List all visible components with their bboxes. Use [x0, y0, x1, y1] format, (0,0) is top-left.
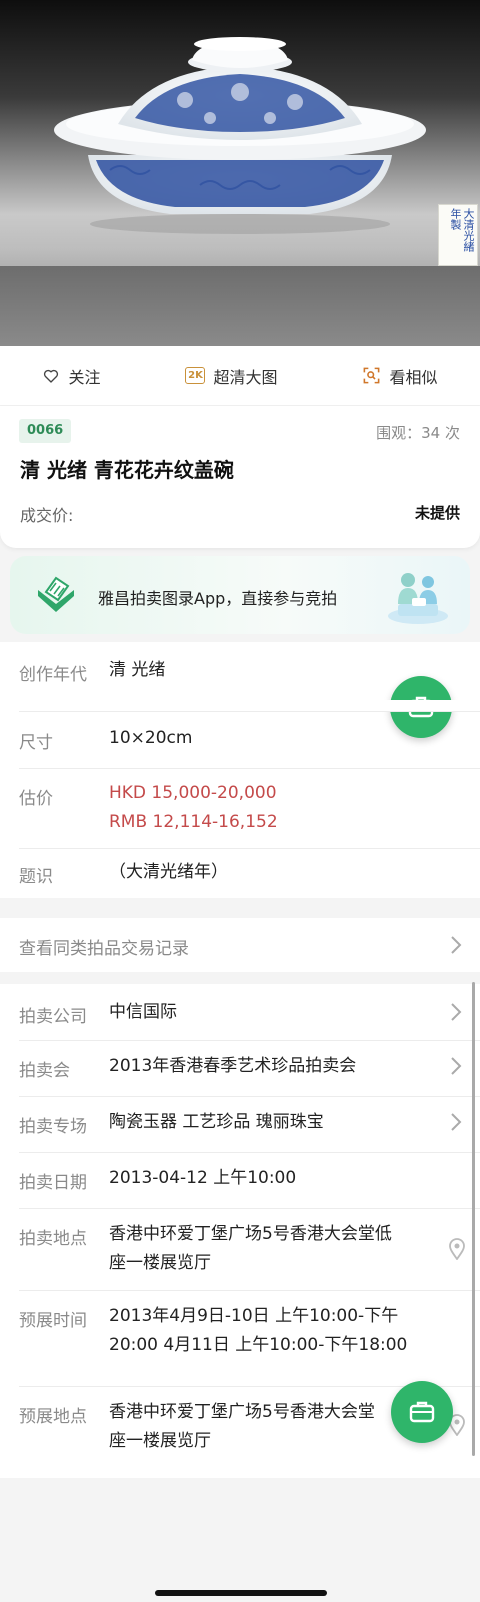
preview-venue-label: 预展地点 [19, 1407, 87, 1427]
inscription-label: 题识 [19, 867, 53, 887]
auction-date-value: 2013-04-12 上午10:00 [109, 1168, 297, 1188]
size-value: 10×20cm [109, 728, 193, 748]
chevron-right-icon [451, 936, 462, 954]
scrollbar[interactable] [472, 982, 475, 1456]
era-value: 清 光绪 [109, 660, 166, 680]
home-indicator[interactable] [155, 1590, 327, 1596]
auction-date-label: 拍卖日期 [19, 1173, 87, 1193]
find-similar-label: 看相似 [389, 367, 438, 387]
app-logo-icon [38, 576, 74, 612]
lot-number-badge: 0066 [19, 419, 72, 443]
auction-date-row: 拍卖日期 2013-04-12 上午10:00 [0, 1152, 480, 1208]
auction-session-row[interactable]: 拍卖专场 陶瓷玉器 工艺珍品 瑰丽珠宝 [0, 1096, 480, 1152]
chevron-right-icon [451, 1003, 462, 1021]
inscription-row: 题识 （大清光绪年） [0, 848, 480, 898]
preview-time-line2: 20:00 4月11日 上午10:00-下午18:00 [109, 1335, 408, 1355]
hammer-price-value: 未提供 [414, 504, 460, 522]
estimate-hkd: HKD 15,000-20,000 [109, 783, 277, 803]
image-shadow-band [0, 266, 480, 346]
preview-venue-line1: 香港中环爱丁堡广场5号香港大会堂 [109, 1402, 375, 1422]
auction-venue-row[interactable]: 拍卖地点 香港中环爱丁堡广场5号香港大会堂低 座一楼展览厅 [0, 1208, 480, 1290]
estimate-rmb: RMB 12,114-16,152 [109, 812, 278, 832]
similar-records-link[interactable]: 查看同类拍品交易记录 [0, 918, 480, 972]
image-search-icon [364, 367, 380, 384]
preview-time-label: 预展时间 [19, 1311, 87, 1331]
reign-mark-seal: 大清光緒年製 [438, 204, 478, 266]
view-count: 围观：34 次 [376, 424, 460, 442]
auction-venue-label: 拍卖地点 [19, 1229, 87, 1249]
auction-sale-label: 拍卖会 [19, 1061, 70, 1081]
bidders-illustration-icon [388, 573, 448, 624]
auction-company-value: 中信国际 [109, 1002, 177, 1022]
follow-button[interactable]: 关注 [42, 364, 101, 388]
action-bar: 关注 2K 超清大图 看相似 [0, 346, 480, 406]
chevron-right-icon [451, 1057, 462, 1075]
hd-image-button[interactable]: 2K 超清大图 [185, 364, 278, 388]
auction-session-label: 拍卖专场 [19, 1117, 87, 1137]
era-label: 创作年代 [19, 665, 87, 685]
find-similar-button[interactable]: 看相似 [362, 364, 438, 388]
estimate-row: 估价 HKD 15,000-20,000 RMB 12,114-16,152 [0, 768, 480, 848]
follow-label: 关注 [68, 367, 101, 387]
auction-session-value: 陶瓷玉器 工艺珍品 瑰丽珠宝 [109, 1112, 324, 1132]
similar-records-label: 查看同类拍品交易记录 [19, 939, 189, 959]
hd-2k-icon: 2K [185, 367, 206, 384]
briefcase-icon [409, 1401, 435, 1423]
app-promo-text: 雅昌拍卖图录App，直接参与竞拍 [98, 589, 338, 608]
estimate-label: 估价 [19, 789, 53, 809]
preview-time-line1: 2013年4月9日-10日 上午10:00-下午 [109, 1306, 399, 1326]
auction-company-row[interactable]: 拍卖公司 中信国际 [0, 984, 480, 1040]
chevron-right-icon [451, 1113, 462, 1131]
lot-title: 清 光绪 青花花卉纹盖碗 [20, 458, 234, 482]
hd-image-label: 超清大图 [213, 367, 278, 387]
auction-venue-line1: 香港中环爱丁堡广场5号香港大会堂低 [109, 1224, 392, 1244]
toolbox-fab[interactable] [391, 1381, 453, 1443]
lot-info-card: 0066 围观：34 次 清 光绪 青花花卉纹盖碗 成交价: 未提供 [0, 406, 480, 548]
preview-time-row: 预展时间 2013年4月9日-10日 上午10:00-下午 20:00 4月11… [0, 1290, 480, 1386]
auction-company-label: 拍卖公司 [19, 1007, 87, 1027]
divider [19, 711, 480, 712]
hammer-price-label: 成交价: [20, 506, 74, 525]
location-pin-icon [449, 1238, 465, 1260]
preview-venue-line2: 座一楼展览厅 [109, 1431, 211, 1451]
auction-sale-row[interactable]: 拍卖会 2013年香港春季艺术珍品拍卖会 [0, 1040, 480, 1096]
auction-venue-line2: 座一楼展览厅 [109, 1253, 211, 1273]
inscription-value: （大清光绪年） [109, 862, 228, 882]
porcelain-bowl-image [54, 37, 426, 234]
auction-sale-value: 2013年香港春季艺术珍品拍卖会 [109, 1056, 357, 1076]
heart-icon [44, 369, 59, 383]
app-promo-banner[interactable]: 雅昌拍卖图录App，直接参与竞拍 [10, 556, 470, 634]
lot-image[interactable]: 大清光緒年製 [0, 0, 480, 346]
size-label: 尺寸 [19, 733, 53, 753]
